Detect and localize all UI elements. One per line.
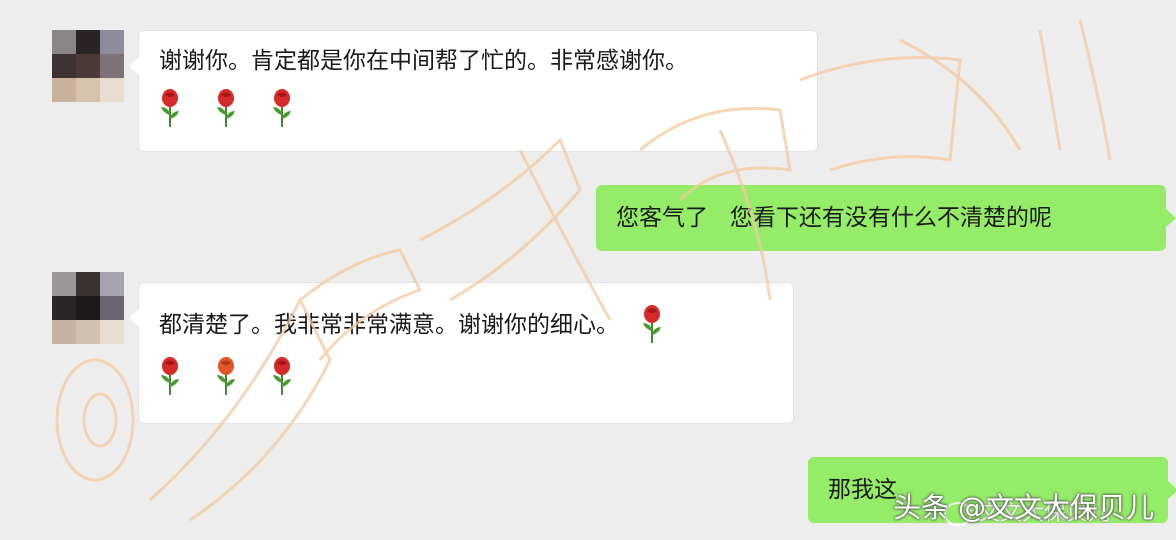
contact-avatar[interactable]	[52, 272, 124, 344]
emoji-row	[159, 357, 773, 397]
rose-emoji-icon	[217, 357, 235, 395]
message-text: 谢谢你。肯定都是你在中间帮了忙的。非常感谢你。	[159, 48, 688, 74]
message-bubble-outgoing: 您客气了 您看下还有没有什么不清楚的呢	[596, 185, 1176, 251]
message-text: 都清楚了。我非常非常满意。谢谢你的细心。	[159, 312, 619, 338]
rose-emoji-icon	[161, 89, 179, 127]
emoji-row	[159, 89, 797, 129]
rose-emoji-icon	[217, 89, 235, 127]
rose-emoji-icon	[273, 357, 291, 395]
message-text: 您客气了 您看下还有没有什么不清楚的呢	[616, 205, 1052, 231]
rose-emoji-icon	[273, 89, 291, 127]
contact-avatar[interactable]	[52, 30, 124, 102]
message-bubble-incoming: 都清楚了。我非常非常满意。谢谢你的细心。	[129, 282, 794, 424]
message-bubble-incoming: 谢谢你。肯定都是你在中间帮了忙的。非常感谢你。	[129, 30, 818, 152]
platform-watermark: 头条 @文文大保贝儿	[893, 491, 1154, 524]
rose-emoji-icon	[161, 357, 179, 395]
rose-emoji-icon	[643, 305, 661, 343]
